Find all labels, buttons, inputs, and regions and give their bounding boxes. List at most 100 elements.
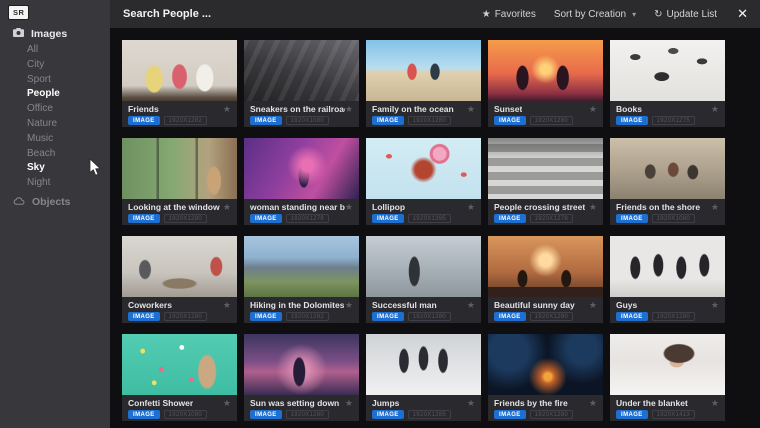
image-card[interactable]: Beautiful sunny day ★ IMAGE 1920X1280 [488,236,603,323]
card-footer: woman standing near buildings ★ IMAGE 19… [244,199,359,225]
image-grid: Friends ★ IMAGE 1920X1282 Sneakers on th… [122,40,725,421]
favorite-star-icon[interactable]: ★ [467,105,475,114]
sidebar-item-office[interactable]: Office [0,102,110,117]
sidebar-section-label: Objects [32,196,71,208]
image-thumbnail[interactable] [122,138,237,199]
image-thumbnail[interactable] [244,334,359,395]
image-thumbnail[interactable] [610,334,725,395]
type-badge: IMAGE [616,312,648,321]
sidebar-item-city[interactable]: City [0,58,110,73]
favorite-star-icon[interactable]: ★ [467,301,475,310]
results-area: Friends ★ IMAGE 1920X1282 Sneakers on th… [110,28,760,428]
image-thumbnail[interactable] [244,40,359,101]
close-icon[interactable]: ✕ [737,6,748,22]
image-card[interactable]: woman standing near buildings ★ IMAGE 19… [244,138,359,225]
card-title: Sun was setting down [250,398,339,408]
image-thumbnail[interactable] [610,236,725,297]
image-card[interactable]: People crossing street ★ IMAGE 1920X1278 [488,138,603,225]
favorite-star-icon[interactable]: ★ [345,105,353,114]
type-badge: IMAGE [616,214,648,223]
card-title: Friends [128,104,159,114]
sidebar-item-beach[interactable]: Beach [0,147,110,162]
favorite-star-icon[interactable]: ★ [711,301,719,310]
image-card[interactable]: Hiking in the Dolomites ★ IMAGE 1920X128… [244,236,359,323]
sidebar-nav: Images AllCitySportPeopleOfficeNatureMus… [0,26,110,210]
card-footer: Sneakers on the railroad ★ IMAGE 1920X10… [244,101,359,127]
image-thumbnail[interactable] [122,40,237,101]
sort-dropdown[interactable]: Sort by Creation ▾ [554,9,636,20]
sidebar-item-all[interactable]: All [0,43,110,58]
favorite-star-icon[interactable]: ★ [467,203,475,212]
favorite-star-icon[interactable]: ★ [589,301,597,310]
favorite-star-icon[interactable]: ★ [589,105,597,114]
image-card[interactable]: Coworkers ★ IMAGE 1920X1280 [122,236,237,323]
favorite-star-icon[interactable]: ★ [223,203,231,212]
image-thumbnail[interactable] [366,334,481,395]
resolution-chip: 1920X1280 [164,214,207,223]
update-list-button[interactable]: ↻ Update List [654,9,717,20]
favorite-star-icon[interactable]: ★ [345,301,353,310]
image-thumbnail[interactable] [488,40,603,101]
image-thumbnail[interactable] [122,236,237,297]
favorite-star-icon[interactable]: ★ [345,399,353,408]
image-card[interactable]: Books ★ IMAGE 1920X1275 [610,40,725,127]
card-title: woman standing near buildings [250,202,345,212]
image-card[interactable]: Successful man ★ IMAGE 1920X1280 [366,236,481,323]
image-thumbnail[interactable] [366,138,481,199]
image-thumbnail[interactable] [366,236,481,297]
resolution-chip: 1920X1080 [652,214,695,223]
image-thumbnail[interactable] [610,40,725,101]
favorite-star-icon[interactable]: ★ [223,399,231,408]
app-logo[interactable]: SR [8,5,29,20]
resolution-chip: 1920X1278 [286,214,329,223]
image-card[interactable]: Family on the ocean ★ IMAGE 1920X1280 [366,40,481,127]
image-card[interactable]: Guys ★ IMAGE 1920X1280 [610,236,725,323]
favorite-star-icon[interactable]: ★ [223,105,231,114]
favorite-star-icon[interactable]: ★ [711,105,719,114]
sidebar-item-people[interactable]: People [0,87,110,102]
image-thumbnail[interactable] [244,138,359,199]
refresh-icon: ↻ [654,9,662,20]
type-badge: IMAGE [128,312,160,321]
image-card[interactable]: Looking at the window ★ IMAGE 1920X1280 [122,138,237,225]
card-footer: Family on the ocean ★ IMAGE 1920X1280 [366,101,481,127]
favorite-star-icon[interactable]: ★ [711,399,719,408]
image-thumbnail[interactable] [244,236,359,297]
image-card[interactable]: Sun was setting down ★ IMAGE 1920X1280 [244,334,359,421]
card-title: People crossing street [494,202,585,212]
sidebar-item-nature[interactable]: Nature [0,117,110,132]
sidebar-item-music[interactable]: Music [0,132,110,147]
favorite-star-icon[interactable]: ★ [711,203,719,212]
image-card[interactable]: Under the blanket ★ IMAGE 1920X1413 [610,334,725,421]
image-card[interactable]: Sunset ★ IMAGE 1920X1280 [488,40,603,127]
favorite-star-icon[interactable]: ★ [589,399,597,408]
favorite-star-icon[interactable]: ★ [467,399,475,408]
image-card[interactable]: Friends ★ IMAGE 1920X1282 [122,40,237,127]
sidebar-section-images[interactable]: Images [0,26,110,42]
sidebar-item-sport[interactable]: Sport [0,73,110,88]
card-title: Sunset [494,104,522,114]
image-thumbnail[interactable] [488,236,603,297]
image-thumbnail[interactable] [122,334,237,395]
image-card[interactable]: Sneakers on the railroad ★ IMAGE 1920X10… [244,40,359,127]
card-footer: Coworkers ★ IMAGE 1920X1280 [122,297,237,323]
image-thumbnail[interactable] [610,138,725,199]
image-card[interactable]: Friends by the fire ★ IMAGE 1920X1280 [488,334,603,421]
sidebar-section-objects[interactable]: Objects [0,194,110,210]
image-card[interactable]: Friends on the shore ★ IMAGE 1920X1080 [610,138,725,225]
favorite-star-icon[interactable]: ★ [223,301,231,310]
search-input[interactable] [123,8,482,20]
image-card[interactable]: Jumps ★ IMAGE 1920X1285 [366,334,481,421]
sidebar-item-list: AllCitySportPeopleOfficeNatureMusicBeach… [0,43,110,191]
image-thumbnail[interactable] [488,334,603,395]
favorites-button[interactable]: ★ Favorites [482,9,536,20]
image-card[interactable]: Confetti Shower ★ IMAGE 1920X1080 [122,334,237,421]
update-list-label: Update List [667,9,718,20]
favorite-star-icon[interactable]: ★ [345,203,353,212]
favorite-star-icon[interactable]: ★ [589,203,597,212]
sidebar-item-night[interactable]: Night [0,176,110,191]
image-thumbnail[interactable] [366,40,481,101]
sidebar-item-sky[interactable]: Sky [0,161,110,176]
image-thumbnail[interactable] [488,138,603,199]
image-card[interactable]: Lollipop ★ IMAGE 1920X1395 [366,138,481,225]
